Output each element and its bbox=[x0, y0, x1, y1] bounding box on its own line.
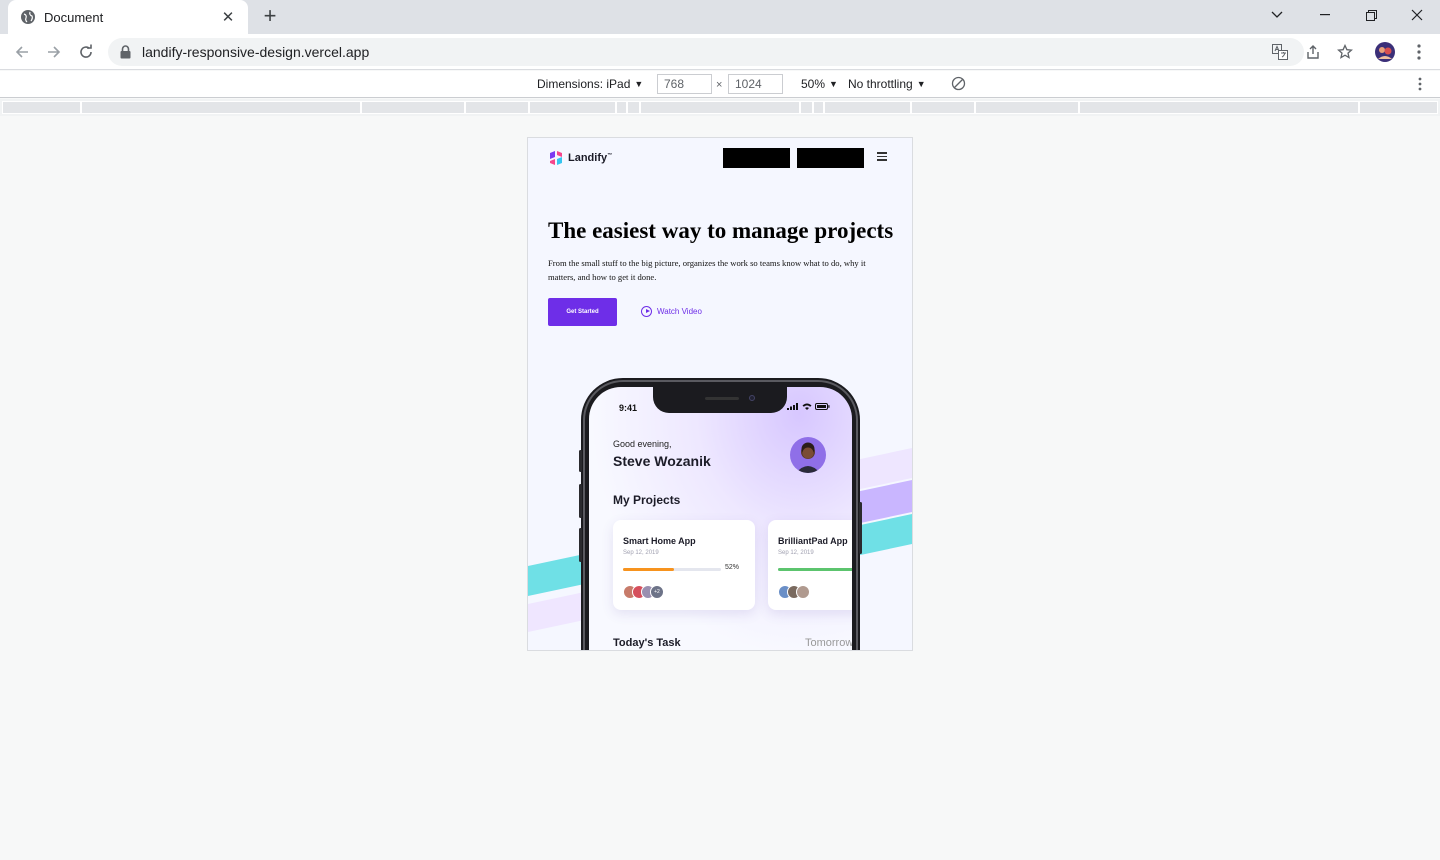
play-icon bbox=[641, 306, 652, 317]
close-window-button[interactable] bbox=[1394, 0, 1440, 30]
todays-task-title: Today's Task bbox=[613, 637, 681, 649]
device-dimensions-dropdown[interactable]: Dimensions: iPad ▼ bbox=[537, 77, 643, 91]
zoom-label: 50% bbox=[801, 77, 826, 91]
battery-icon bbox=[815, 403, 830, 410]
media-query-segment[interactable] bbox=[361, 101, 465, 114]
more-members-badge: +2 bbox=[650, 585, 664, 599]
media-query-segment[interactable] bbox=[975, 101, 1079, 114]
redacted-nav-button[interactable] bbox=[797, 148, 864, 168]
progress-fill bbox=[778, 568, 852, 571]
project-card[interactable]: BrilliantPad App Sep 12, 2019 bbox=[768, 520, 852, 610]
lock-icon[interactable] bbox=[120, 45, 132, 59]
phone-power-button bbox=[859, 502, 862, 554]
caret-down-icon: ▼ bbox=[916, 79, 926, 89]
hamburger-menu-icon[interactable] bbox=[877, 152, 887, 162]
throttling-label: No throttling bbox=[848, 77, 913, 91]
project-title: BrilliantPad App bbox=[778, 536, 848, 546]
member-avatars bbox=[778, 585, 810, 599]
bookmark-star-icon[interactable] bbox=[1335, 42, 1355, 62]
new-tab-button[interactable]: + bbox=[258, 5, 282, 29]
media-query-segment[interactable] bbox=[2, 101, 81, 114]
signal-icon bbox=[787, 403, 798, 410]
hero-subtitle: From the small stuff to the big picture,… bbox=[548, 258, 866, 282]
minimize-button[interactable] bbox=[1302, 0, 1348, 30]
dimension-separator: × bbox=[716, 79, 723, 91]
phone-screen: 9:41 Good evening, Steve Wozanik My Proj… bbox=[589, 387, 852, 650]
throttling-dropdown[interactable]: No throttling ▼ bbox=[848, 77, 926, 91]
tab-search-icon[interactable] bbox=[1254, 0, 1300, 30]
media-query-segment[interactable] bbox=[627, 101, 640, 114]
greeting-text: Good evening, bbox=[613, 439, 672, 449]
project-progress-bar bbox=[778, 568, 852, 571]
get-started-button[interactable]: Get Started bbox=[548, 298, 617, 326]
globe-icon bbox=[20, 9, 36, 25]
phone-side-button bbox=[579, 528, 582, 562]
media-query-segment[interactable] bbox=[616, 101, 627, 114]
caret-down-icon: ▼ bbox=[634, 79, 644, 89]
browser-menu-icon[interactable] bbox=[1407, 40, 1431, 64]
close-tab-icon[interactable]: ✕ bbox=[220, 8, 236, 26]
device-toolbar-menu-icon[interactable] bbox=[1418, 77, 1422, 91]
status-time: 9:41 bbox=[619, 403, 638, 413]
phone-side-button bbox=[579, 484, 582, 518]
media-query-segment[interactable] bbox=[813, 101, 824, 114]
landify-logo-icon bbox=[550, 151, 562, 165]
device-viewport: Landify™ The easiest way to manage proje… bbox=[527, 137, 913, 651]
device-width-input[interactable] bbox=[657, 74, 712, 94]
media-query-bar bbox=[0, 99, 1440, 116]
media-query-segment[interactable] bbox=[465, 101, 529, 114]
my-projects-title: My Projects bbox=[613, 493, 681, 507]
back-arrow-icon[interactable] bbox=[10, 40, 34, 64]
media-query-segment[interactable] bbox=[1359, 101, 1438, 114]
status-icons bbox=[787, 403, 830, 410]
media-query-segment[interactable] bbox=[1079, 101, 1359, 114]
profile-avatar-icon[interactable] bbox=[1373, 40, 1397, 64]
translate-icon[interactable] bbox=[1270, 42, 1290, 62]
dimensions-label: Dimensions: iPad bbox=[537, 77, 631, 91]
progress-fill bbox=[623, 568, 674, 571]
tomorrow-tab[interactable]: Tomorrow bbox=[805, 637, 852, 649]
tab-title: Document bbox=[44, 9, 104, 25]
rotate-icon[interactable] bbox=[951, 76, 966, 91]
zoom-dropdown[interactable]: 50% ▼ bbox=[801, 77, 838, 91]
project-card[interactable]: Smart Home App Sep 12, 2019 52% +2 bbox=[613, 520, 755, 610]
browser-tab-strip: Document ✕ + bbox=[0, 0, 1440, 34]
phone-side-button bbox=[579, 450, 582, 472]
hero-title: The easiest way to manage projects bbox=[548, 218, 894, 243]
member-avatars: +2 bbox=[623, 585, 664, 599]
device-toolbar: Dimensions: iPad ▼ × 50% ▼ No throttling… bbox=[0, 71, 1440, 98]
share-icon[interactable] bbox=[1303, 42, 1323, 62]
media-query-segment[interactable] bbox=[640, 101, 800, 114]
phone-notch bbox=[653, 387, 787, 413]
watch-video-button[interactable]: Watch Video bbox=[641, 306, 702, 317]
browser-tab[interactable]: Document ✕ bbox=[8, 0, 248, 34]
media-query-segment[interactable] bbox=[824, 101, 911, 114]
forward-arrow-icon[interactable] bbox=[42, 40, 66, 64]
wifi-icon bbox=[802, 403, 812, 410]
avatar[interactable] bbox=[790, 437, 826, 473]
url-text: landify-responsive-design.vercel.app bbox=[142, 44, 370, 60]
browser-toolbar: landify-responsive-design.vercel.app bbox=[0, 34, 1440, 70]
media-query-segment[interactable] bbox=[81, 101, 361, 114]
media-query-segment[interactable] bbox=[529, 101, 616, 114]
restore-button[interactable] bbox=[1348, 0, 1394, 30]
redacted-nav-button[interactable] bbox=[723, 148, 790, 168]
project-progress-bar bbox=[623, 568, 721, 571]
caret-down-icon: ▼ bbox=[829, 79, 838, 89]
project-progress-label: 52% bbox=[725, 564, 740, 571]
media-query-segment[interactable] bbox=[800, 101, 813, 114]
reload-icon[interactable] bbox=[74, 40, 98, 64]
device-height-input[interactable] bbox=[728, 74, 783, 94]
user-name: Steve Wozanik bbox=[613, 453, 711, 469]
media-query-segment[interactable] bbox=[911, 101, 975, 114]
address-bar[interactable]: landify-responsive-design.vercel.app bbox=[108, 38, 1353, 66]
avatar bbox=[796, 585, 810, 599]
site-logo[interactable]: Landify™ bbox=[548, 150, 612, 166]
project-title: Smart Home App bbox=[623, 536, 696, 546]
logo-text: Landify™ bbox=[568, 152, 613, 164]
watch-video-label: Watch Video bbox=[657, 307, 702, 316]
project-date: Sep 12, 2019 bbox=[778, 550, 814, 556]
project-date: Sep 12, 2019 bbox=[623, 550, 659, 556]
